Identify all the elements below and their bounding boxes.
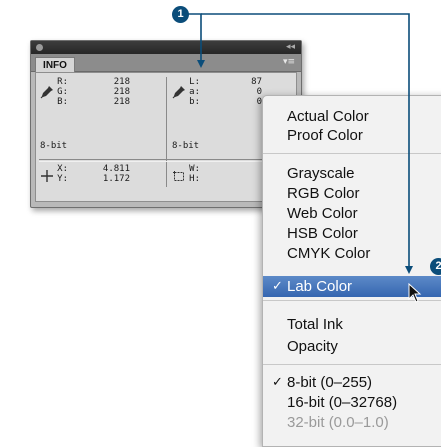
callout-badge-1: 1: [172, 6, 189, 23]
callout-badge-2: 2: [430, 258, 441, 275]
annotation-arrows: [182, 13, 413, 274]
mouse-cursor-icon: [408, 283, 422, 303]
